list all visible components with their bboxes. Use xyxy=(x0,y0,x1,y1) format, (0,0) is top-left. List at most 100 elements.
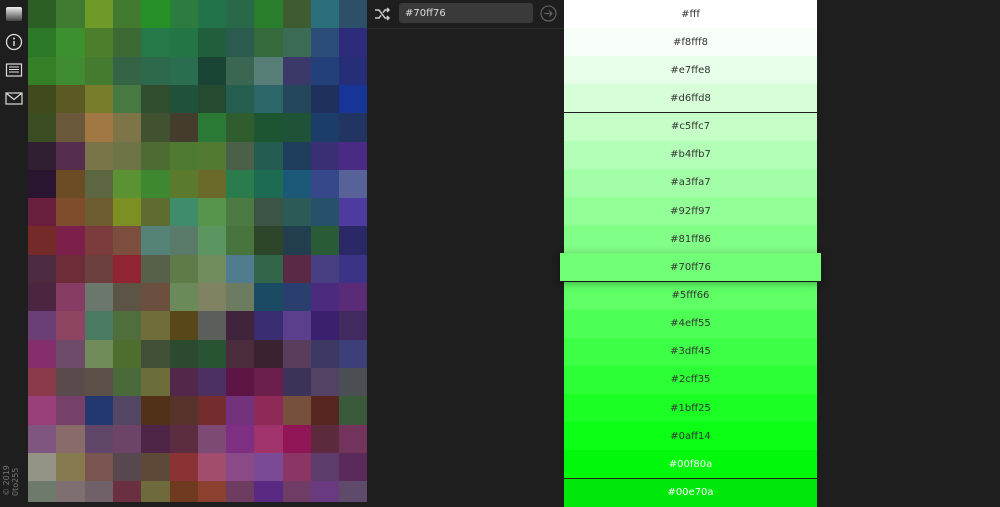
color-input[interactable] xyxy=(399,3,533,23)
color-cell[interactable] xyxy=(282,113,312,143)
color-cell[interactable] xyxy=(28,141,57,171)
palette-swatch[interactable]: #b4ffb7 xyxy=(564,140,817,169)
color-cell[interactable] xyxy=(339,0,367,29)
color-cell[interactable] xyxy=(56,311,86,341)
color-cell[interactable] xyxy=(282,254,312,284)
color-cell[interactable] xyxy=(282,0,312,29)
color-cell[interactable] xyxy=(226,0,256,29)
color-cell[interactable] xyxy=(197,339,227,369)
color-cell[interactable] xyxy=(282,311,312,341)
color-cell[interactable] xyxy=(28,424,57,454)
color-cell[interactable] xyxy=(197,367,227,397)
palette-swatch[interactable]: #fff xyxy=(564,0,817,28)
color-cell[interactable] xyxy=(254,311,284,341)
color-cell[interactable] xyxy=(169,254,199,284)
color-cell[interactable] xyxy=(28,481,57,502)
color-cell[interactable] xyxy=(254,226,284,256)
color-cell[interactable] xyxy=(311,283,340,312)
color-cell[interactable] xyxy=(197,452,227,482)
color-cell[interactable] xyxy=(311,28,340,58)
color-cell[interactable] xyxy=(141,169,171,199)
color-cell[interactable] xyxy=(56,254,86,284)
color-cell[interactable] xyxy=(56,226,86,256)
color-cell[interactable] xyxy=(254,283,284,312)
color-cell[interactable] xyxy=(197,396,227,426)
color-cell[interactable] xyxy=(282,367,312,397)
color-cell[interactable] xyxy=(84,339,114,369)
color-cell[interactable] xyxy=(112,254,142,284)
color-cell[interactable] xyxy=(169,339,199,369)
palette-swatch[interactable]: #3dff45 xyxy=(564,337,817,366)
color-cell[interactable] xyxy=(169,56,199,86)
color-cell[interactable] xyxy=(226,424,256,454)
color-cell[interactable] xyxy=(141,56,171,86)
color-cell[interactable] xyxy=(311,311,340,341)
color-cell[interactable] xyxy=(112,452,142,482)
arrow-right-circle-icon[interactable] xyxy=(540,5,557,22)
color-cell[interactable] xyxy=(56,169,86,199)
color-cell[interactable] xyxy=(197,0,227,29)
color-cell[interactable] xyxy=(169,367,199,397)
color-cell[interactable] xyxy=(254,198,284,228)
color-cell[interactable] xyxy=(197,311,227,341)
color-cell[interactable] xyxy=(226,141,256,171)
color-cell[interactable] xyxy=(28,113,57,143)
color-cell[interactable] xyxy=(282,226,312,256)
color-cell[interactable] xyxy=(282,339,312,369)
color-cell[interactable] xyxy=(141,424,171,454)
color-cell[interactable] xyxy=(254,452,284,482)
color-cell[interactable] xyxy=(141,84,171,114)
palette-swatch[interactable]: #e7ffe8 xyxy=(564,56,817,85)
color-cell[interactable] xyxy=(28,226,57,256)
color-cell[interactable] xyxy=(141,396,171,426)
color-cell[interactable] xyxy=(56,283,86,312)
color-cell[interactable] xyxy=(56,481,86,502)
color-cell[interactable] xyxy=(311,56,340,86)
color-cell[interactable] xyxy=(339,311,367,341)
color-cell[interactable] xyxy=(282,283,312,312)
color-cell[interactable] xyxy=(84,367,114,397)
color-cell[interactable] xyxy=(311,481,340,502)
color-cell[interactable] xyxy=(197,283,227,312)
gradient-logo-icon[interactable] xyxy=(5,5,23,23)
color-cell[interactable] xyxy=(254,56,284,86)
color-cell[interactable] xyxy=(84,283,114,312)
color-cell[interactable] xyxy=(28,254,57,284)
color-cell[interactable] xyxy=(226,481,256,502)
color-cell[interactable] xyxy=(254,396,284,426)
color-cell[interactable] xyxy=(226,84,256,114)
color-cell[interactable] xyxy=(226,452,256,482)
palette-swatch[interactable]: #00f80a xyxy=(564,450,817,479)
color-cell[interactable] xyxy=(254,481,284,502)
color-cell[interactable] xyxy=(339,481,367,502)
color-cell[interactable] xyxy=(282,28,312,58)
color-cell[interactable] xyxy=(254,0,284,29)
color-cell[interactable] xyxy=(197,254,227,284)
color-cell[interactable] xyxy=(311,367,340,397)
palette-swatch[interactable]: #1bff25 xyxy=(564,394,817,423)
color-cell[interactable] xyxy=(84,84,114,114)
color-cell[interactable] xyxy=(141,254,171,284)
list-icon[interactable] xyxy=(5,61,23,79)
color-cell[interactable] xyxy=(28,339,57,369)
info-icon[interactable] xyxy=(5,33,23,51)
color-cell[interactable] xyxy=(339,141,367,171)
color-cell[interactable] xyxy=(254,113,284,143)
color-cell[interactable] xyxy=(112,0,142,29)
color-cell[interactable] xyxy=(56,113,86,143)
palette-swatch[interactable]: #2cff35 xyxy=(564,365,817,394)
color-cell[interactable] xyxy=(226,396,256,426)
color-cell[interactable] xyxy=(28,0,57,29)
color-cell[interactable] xyxy=(112,141,142,171)
color-cell[interactable] xyxy=(56,0,86,29)
mail-icon[interactable] xyxy=(5,89,23,107)
color-cell[interactable] xyxy=(56,396,86,426)
color-cell[interactable] xyxy=(169,141,199,171)
color-cell[interactable] xyxy=(112,28,142,58)
palette-swatch[interactable]: #0aff14 xyxy=(564,422,817,451)
color-cell[interactable] xyxy=(226,28,256,58)
color-cell[interactable] xyxy=(112,424,142,454)
color-cell[interactable] xyxy=(112,84,142,114)
color-cell[interactable] xyxy=(169,311,199,341)
color-cell[interactable] xyxy=(339,254,367,284)
